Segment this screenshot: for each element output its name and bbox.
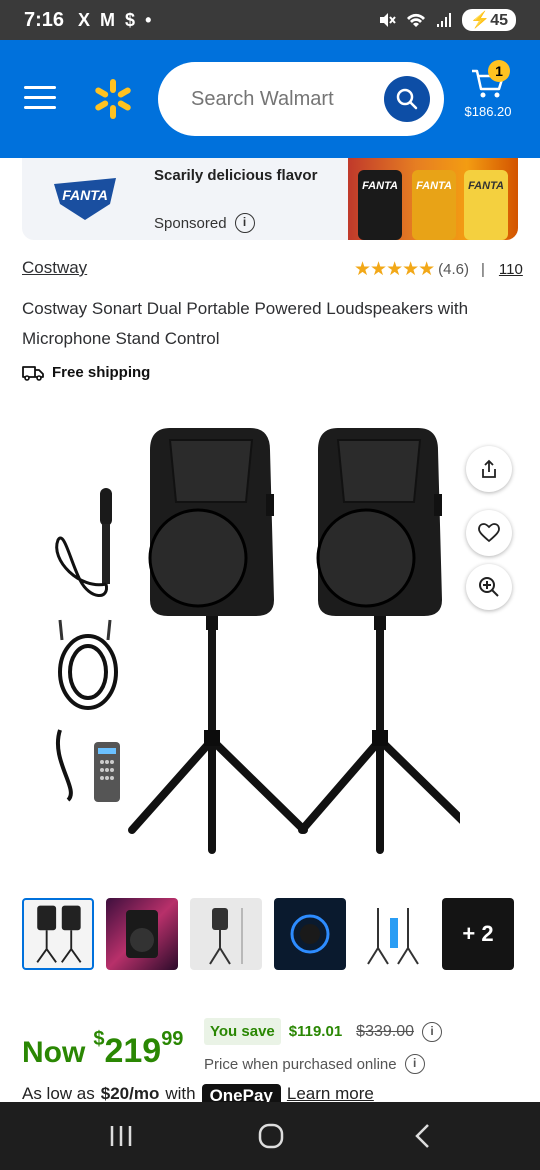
share-button[interactable]: [466, 446, 512, 492]
status-notification-icons: X M $ •: [78, 10, 151, 31]
price-info-icon[interactable]: i: [422, 1021, 443, 1042]
mute-icon: [380, 13, 397, 27]
thumbnail-speakers-image: [36, 905, 82, 963]
product-title: Costway Sonart Dual Portable Powered Lou…: [22, 299, 469, 348]
price-now-label: Now: [22, 1036, 86, 1069]
cable-image: [58, 619, 118, 710]
rating-summary[interactable]: ★★★★★ (4.6) | 110: [354, 258, 523, 281]
search-bar[interactable]: [158, 62, 444, 136]
info-icon[interactable]: i: [234, 213, 255, 233]
brand-link[interactable]: Costway: [22, 258, 87, 278]
search-input[interactable]: [191, 87, 381, 111]
fanta-logo: FANTA: [54, 178, 116, 220]
sponsored-text: Sponsored: [154, 214, 227, 232]
status-time: 7:16: [24, 8, 65, 31]
learn-more-link[interactable]: Learn more: [287, 1084, 374, 1102]
more-dot-icon: •: [145, 9, 152, 30]
walmart-spark-logo[interactable]: [92, 78, 134, 120]
rating-value: (4.6): [438, 261, 470, 278]
online-note-text: Price when purchased online: [204, 1055, 397, 1073]
fanta-can-1: FANTA: [358, 170, 402, 240]
current-price: Now $ 219 99: [22, 1024, 183, 1071]
hamburger-menu-icon[interactable]: [24, 86, 56, 110]
status-bar: 7:16 X M $ • ⚡45: [0, 0, 540, 40]
delivery-truck-icon: [22, 365, 44, 381]
heart-icon: [478, 523, 500, 543]
zoom-button[interactable]: [466, 564, 512, 610]
cart-button[interactable]: 1 $186.20: [458, 60, 518, 142]
x-app-icon: X: [78, 9, 91, 30]
financing-amount: $20/mo: [100, 1084, 160, 1102]
gmail-icon: M: [100, 9, 116, 30]
thumbnail-4[interactable]: [274, 898, 346, 970]
image-thumbnails: + 2: [22, 898, 514, 970]
thumbnail-features-image: [290, 914, 330, 954]
wifi-icon: [407, 13, 426, 27]
app-header: 1 $186.20: [0, 40, 540, 158]
signal-icon: [437, 13, 452, 27]
star-rating-icon: ★★★★★: [354, 259, 435, 280]
thumbnail-stage-image: [126, 910, 158, 958]
ad-image: FANTA FANTA FANTA: [348, 158, 518, 240]
fanta-can-2: FANTA: [412, 170, 456, 240]
ad-sponsored-label: Sponsored i: [154, 213, 255, 233]
can-label: FANTA: [468, 180, 504, 192]
zoom-in-icon: [479, 577, 499, 597]
price-dollars: 219: [104, 1032, 162, 1070]
microphone-image: [55, 488, 112, 597]
recents-icon[interactable]: [106, 1122, 136, 1150]
battery-level: 45: [490, 12, 508, 29]
review-count-link[interactable]: 110: [499, 261, 523, 278]
system-navigation-bar: [0, 1102, 540, 1170]
shipping-text: Free shipping: [52, 364, 151, 381]
thumbnail-more[interactable]: + 2: [442, 898, 514, 970]
thumbnail-5[interactable]: [358, 898, 430, 970]
ad-headline: Scarily delicious flavor: [154, 167, 318, 184]
price-currency: $: [93, 1028, 105, 1050]
search-button[interactable]: [384, 76, 430, 122]
thumbnail-3[interactable]: [190, 898, 262, 970]
thumbnail-dimensions-image: [209, 908, 243, 965]
savings-row: You save $119.01 $339.00 i: [204, 1018, 443, 1045]
sponsored-ad-banner[interactable]: FANTA Scarily delicious flavor Sponsored…: [22, 158, 518, 240]
was-price: $339.00: [356, 1022, 415, 1040]
home-icon[interactable]: [256, 1122, 286, 1150]
svg-text:FANTA: FANTA: [62, 187, 108, 203]
share-icon: [482, 459, 496, 478]
power-cord-and-remote-image: [56, 729, 120, 802]
save-amount: $119.01: [288, 1023, 343, 1040]
financing-with: with: [165, 1084, 196, 1102]
cart-count-badge: 1: [488, 60, 510, 82]
fanta-can-3: FANTA: [464, 170, 508, 240]
can-label: FANTA: [362, 180, 398, 192]
left-speaker-image: [128, 428, 308, 854]
battery-indicator: ⚡45: [462, 9, 516, 31]
financing-row: As low as $20/mo with OnePay Learn more: [22, 1084, 374, 1102]
online-price-note: Price when purchased online i: [204, 1054, 425, 1074]
cash-app-icon: $: [125, 9, 136, 30]
rating-separator: |: [481, 261, 485, 278]
search-icon: [396, 88, 418, 110]
online-info-icon[interactable]: i: [404, 1054, 425, 1074]
favorite-button[interactable]: [466, 510, 512, 556]
shipping-info: Free shipping: [22, 364, 150, 381]
cart-total: $186.20: [464, 104, 512, 119]
thumbnail-1[interactable]: [22, 898, 94, 970]
right-speaker-image: [298, 428, 460, 854]
can-label: FANTA: [416, 180, 452, 192]
thumbnail-stand-image: [367, 908, 419, 965]
financing-prefix: As low as: [22, 1084, 95, 1102]
back-icon[interactable]: [408, 1122, 438, 1150]
you-save-badge: You save: [204, 1018, 281, 1045]
status-system-icons: ⚡45: [378, 9, 516, 31]
thumbnail-2[interactable]: [106, 898, 178, 970]
onepay-logo: OnePay: [201, 1084, 281, 1102]
price-cents: 99: [161, 1028, 184, 1050]
product-main-image[interactable]: [40, 410, 460, 880]
